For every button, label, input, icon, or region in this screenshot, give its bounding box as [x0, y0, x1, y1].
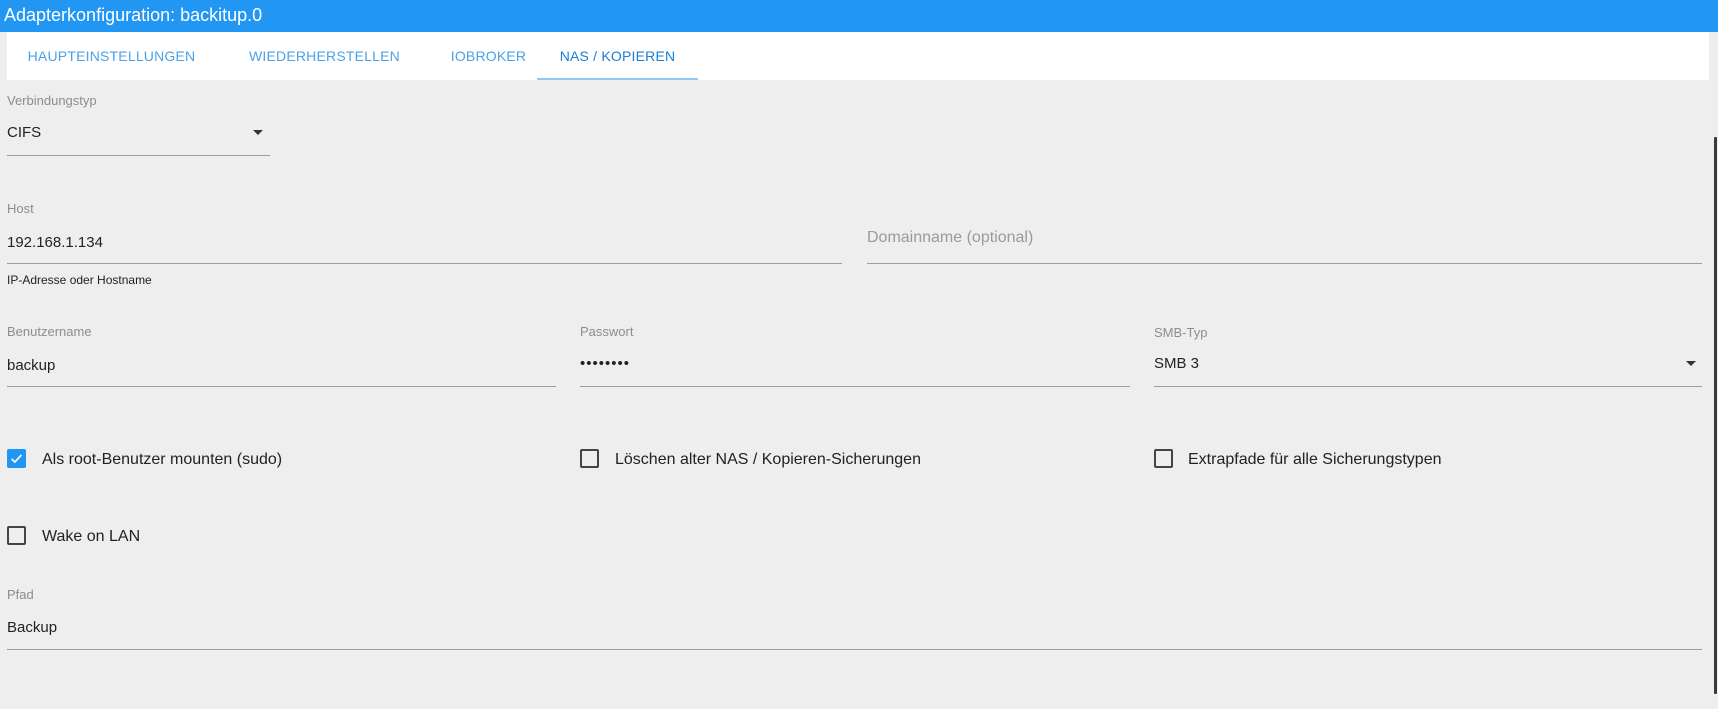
smb-type-underline	[1154, 386, 1702, 387]
smb-type-label: SMB-Typ	[1154, 325, 1208, 340]
sudo-checkbox-label[interactable]: Als root-Benutzer mounten (sudo)	[42, 451, 282, 469]
host-input[interactable]	[7, 230, 842, 254]
connection-type-value: CIFS	[7, 124, 42, 141]
tab-wiederherstellen[interactable]: WIEDERHERSTELLEN	[216, 32, 433, 80]
check-icon	[11, 454, 22, 464]
username-input[interactable]	[7, 353, 556, 377]
username-underline	[7, 386, 556, 387]
chevron-down-icon	[253, 130, 263, 135]
extra-paths-checkbox-label[interactable]: Extrapfade für alle Sicherungstypen	[1188, 451, 1441, 469]
path-underline	[7, 649, 1702, 650]
domain-input[interactable]	[867, 224, 1702, 250]
password-underline	[580, 386, 1130, 387]
wol-checkbox[interactable]	[7, 526, 26, 545]
chevron-down-icon	[1686, 361, 1696, 366]
tab-nas-kopieren[interactable]: NAS / KOPIEREN	[537, 32, 698, 80]
tab-haupteinstellungen[interactable]: HAUPTEINSTELLUNGEN	[7, 32, 216, 80]
path-input[interactable]	[7, 615, 1702, 639]
sudo-checkbox[interactable]	[7, 449, 26, 468]
extra-paths-checkbox[interactable]	[1154, 449, 1173, 468]
connection-type-underline	[7, 155, 270, 156]
scrollbar[interactable]	[1714, 137, 1717, 694]
path-label: Pfad	[7, 587, 34, 602]
password-label: Passwort	[580, 324, 634, 339]
smb-type-value: SMB 3	[1154, 355, 1200, 372]
password-input[interactable]: ••••••••	[580, 355, 630, 372]
tab-bar: HAUPTEINSTELLUNGEN WIEDERHERSTELLEN IOBR…	[7, 32, 1709, 80]
host-helper-text: IP-Adresse oder Hostname	[7, 273, 152, 287]
window-title: Adapterkonfiguration: backitup.0	[0, 0, 1718, 32]
smb-type-select[interactable]: SMB 3	[1154, 348, 1702, 386]
host-underline	[7, 263, 842, 264]
username-label: Benutzername	[7, 324, 92, 339]
delete-old-checkbox-label[interactable]: Löschen alter NAS / Kopieren-Sicherungen	[615, 451, 921, 469]
wol-checkbox-label[interactable]: Wake on LAN	[42, 528, 140, 546]
delete-old-checkbox[interactable]	[580, 449, 599, 468]
host-label: Host	[7, 201, 34, 216]
tab-iobroker[interactable]: IOBROKER	[433, 32, 544, 80]
connection-type-select[interactable]: CIFS	[7, 115, 270, 157]
domain-underline	[867, 263, 1702, 264]
connection-type-label: Verbindungstyp	[7, 93, 97, 108]
